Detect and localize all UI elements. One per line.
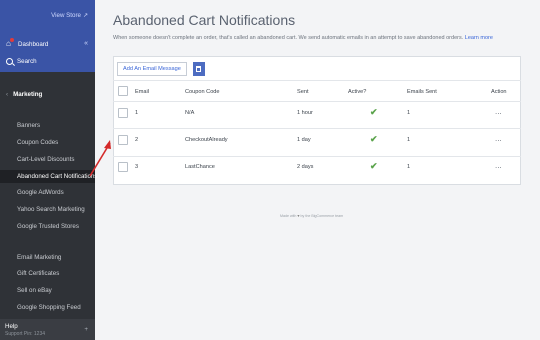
annotation-arrow [89, 140, 111, 177]
